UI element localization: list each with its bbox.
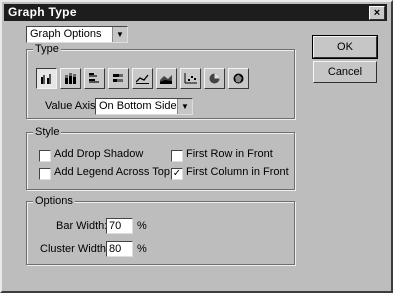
stacked-column-chart-icon — [65, 73, 76, 84]
ok-button[interactable]: OK — [312, 35, 378, 59]
grouped-bar-chart-button[interactable] — [84, 68, 105, 89]
close-icon: × — [373, 7, 381, 19]
value-axis-select[interactable]: On Bottom Side ▼ — [95, 98, 193, 115]
cancel-button[interactable]: Cancel — [313, 61, 377, 83]
graph-type-dialog: Graph Type × Graph Options ▼ Type Value … — [0, 0, 393, 293]
add-drop-shadow-checkbox[interactable] — [39, 150, 51, 162]
graph-options-value: Graph Options — [30, 28, 102, 40]
first-column-in-front-label: First Column in Front — [186, 166, 289, 178]
value-axis-value: On Bottom Side — [99, 100, 177, 112]
bar-width-input[interactable]: 70 — [106, 218, 133, 234]
title-bar: Graph Type × — [4, 4, 387, 21]
value-axis-label: Value Axis: — [45, 100, 99, 112]
type-group: Type Value Axis: On Bottom Side ▼ — [26, 43, 295, 119]
cluster-width-unit: % — [137, 243, 147, 255]
stacked-bar-chart-icon — [113, 74, 123, 82]
bar-width-value: 70 — [109, 220, 122, 232]
line-chart-button[interactable] — [132, 68, 153, 89]
pie-chart-button[interactable] — [204, 68, 225, 89]
style-group: Style Add Drop Shadow Add Legend Across … — [26, 126, 295, 190]
radar-chart-icon — [233, 73, 244, 84]
style-group-legend: Style — [33, 126, 62, 138]
line-chart-icon — [136, 74, 149, 84]
first-column-in-front-checkbox[interactable]: ✓ — [171, 168, 183, 180]
chart-type-toolbar — [36, 68, 266, 89]
area-chart-icon — [160, 75, 172, 84]
stacked-bar-chart-button[interactable] — [108, 68, 129, 89]
first-row-in-front-label: First Row in Front — [186, 148, 273, 160]
scatter-chart-icon — [184, 73, 197, 84]
grouped-column-chart-button[interactable] — [36, 68, 57, 89]
chevron-down-icon: ▼ — [177, 99, 192, 114]
close-button[interactable]: × — [369, 6, 385, 20]
radar-chart-button[interactable] — [228, 68, 249, 89]
cluster-width-input[interactable]: 80 — [106, 241, 133, 257]
cluster-width-label: Cluster Width: — [40, 243, 110, 255]
add-drop-shadow-label: Add Drop Shadow — [54, 148, 144, 160]
type-group-legend: Type — [33, 43, 61, 55]
stacked-column-chart-button[interactable] — [60, 68, 81, 89]
window-title: Graph Type — [8, 5, 77, 19]
chevron-down-icon: ▼ — [112, 27, 127, 42]
bar-width-label: Bar Width: — [56, 220, 108, 232]
grouped-column-chart-icon — [41, 74, 51, 84]
first-row-in-front-checkbox[interactable] — [171, 150, 183, 162]
add-legend-across-top-checkbox[interactable] — [39, 168, 51, 180]
options-group-legend: Options — [33, 195, 75, 207]
add-legend-across-top-label: Add Legend Across Top — [54, 166, 170, 178]
graph-options-select[interactable]: Graph Options ▼ — [26, 26, 128, 43]
cluster-width-value: 80 — [109, 243, 122, 255]
bar-width-unit: % — [137, 220, 147, 232]
checkmark-icon: ✓ — [172, 168, 182, 179]
grouped-bar-chart-icon — [89, 73, 99, 83]
options-group: Options Bar Width: 70 % Cluster Width: 8… — [26, 195, 295, 265]
pie-chart-icon — [209, 73, 220, 84]
scatter-chart-button[interactable] — [180, 68, 201, 89]
area-chart-button[interactable] — [156, 68, 177, 89]
